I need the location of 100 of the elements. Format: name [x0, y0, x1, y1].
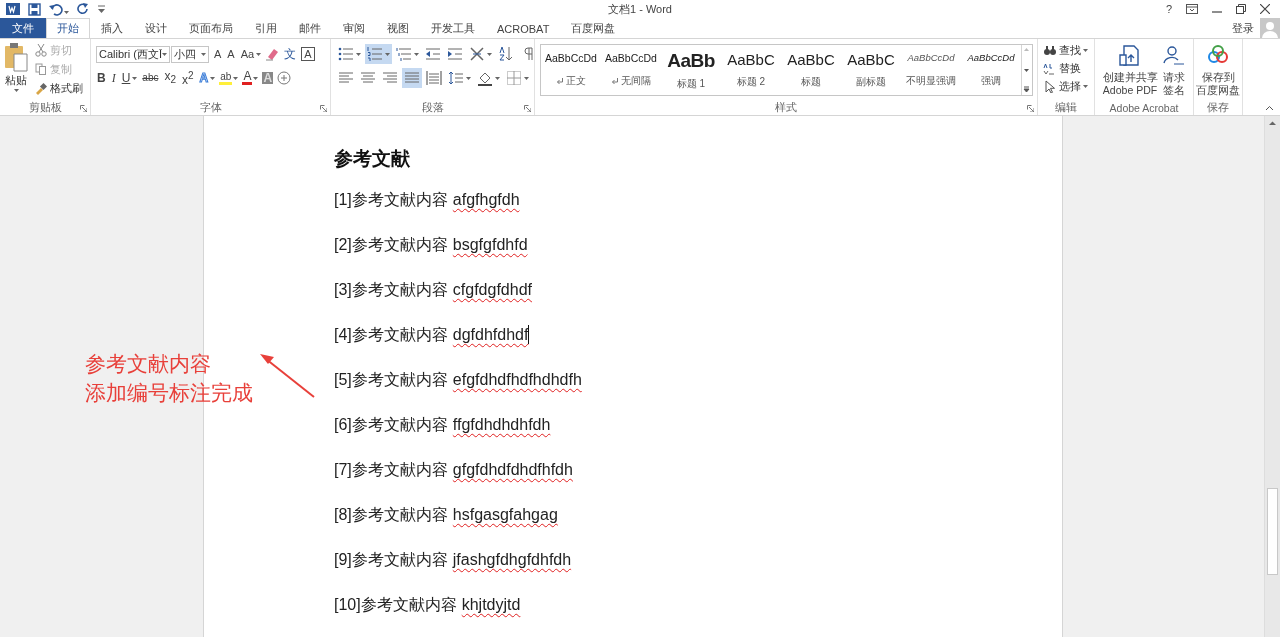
style-option[interactable]: AaBbC 标题	[781, 45, 841, 95]
ribbon-tab[interactable]: 开发工具	[420, 18, 486, 38]
ribbon-tab[interactable]: ACROBAT	[486, 18, 561, 38]
superscript-button[interactable]: x$^{2}$	[181, 69, 195, 87]
italic-button[interactable]: I	[110, 71, 117, 85]
close-icon[interactable]	[1260, 4, 1270, 14]
enclose-character-icon[interactable]	[277, 71, 292, 85]
misspelled-word: hsfgasgfahgag	[452, 505, 558, 525]
ribbon-tab[interactable]: 百度网盘	[560, 18, 627, 38]
annotation-text: 参考文献内容	[85, 351, 212, 377]
caret-icon	[385, 52, 390, 56]
caret-icon	[201, 52, 206, 56]
reference-number: [4]	[334, 325, 352, 345]
help-button[interactable]: ?	[1165, 3, 1172, 15]
dialog-launcher-icon[interactable]	[1027, 105, 1034, 112]
ribbon-tab[interactable]: 开始	[46, 18, 90, 38]
reference-number: [6]	[334, 415, 352, 435]
misspelled-word: ffgfdhdhdhfdh	[452, 415, 551, 435]
character-border-button[interactable]: A	[301, 47, 315, 61]
caret-icon[interactable]	[233, 76, 239, 80]
reference-text: 参考文献内容	[351, 235, 448, 255]
sign-in-link[interactable]: 登录	[1232, 18, 1254, 38]
clipboard-painter-button[interactable]: 格式刷	[35, 80, 83, 97]
replace-icon	[1043, 61, 1057, 75]
caret-icon	[162, 52, 167, 56]
reference-number: [9]	[334, 550, 352, 570]
app-icon[interactable]	[6, 2, 20, 16]
scroll-thumb[interactable]	[1267, 488, 1278, 575]
shrink-font-button[interactable]: A	[226, 47, 236, 61]
caret-icon	[1083, 48, 1088, 52]
caret-icon	[495, 76, 500, 80]
style-option[interactable]: AaBb 标题 1	[661, 45, 721, 95]
font-color-button[interactable]: A	[242, 71, 253, 85]
scroll-up-arrow[interactable]	[1268, 120, 1277, 126]
caret-icon	[524, 76, 529, 80]
underline-button[interactable]: U	[120, 71, 132, 85]
align-center-icon	[360, 70, 376, 86]
misspelled-word: efgfdhdfhdfhdhdfh	[452, 370, 582, 390]
save-icon[interactable]	[28, 2, 41, 16]
caret-icon[interactable]	[210, 76, 216, 80]
copy-icon	[35, 63, 47, 76]
caret-icon	[414, 52, 419, 56]
strikethrough-button[interactable]: abc	[141, 71, 160, 85]
customize-icon[interactable]	[98, 5, 105, 13]
caret-icon[interactable]	[256, 52, 262, 56]
font-size-field[interactable]: 小四	[171, 45, 209, 63]
style-option[interactable]: AaBbCcDd 无间隔	[601, 45, 661, 95]
caret-icon[interactable]	[132, 76, 138, 80]
ribbon-tab[interactable]: 插入	[90, 18, 134, 38]
align-left-icon	[338, 70, 354, 86]
restore-icon[interactable]	[1236, 4, 1246, 14]
annotation-text: 添加编号标注完成	[85, 380, 253, 406]
redo-icon[interactable]	[77, 2, 90, 16]
more-styles-button[interactable]	[1022, 85, 1031, 95]
reference-number: [7]	[334, 460, 352, 480]
style-option[interactable]: AaBbC 副标题	[841, 45, 901, 95]
find-button[interactable]: 查找	[1043, 42, 1088, 58]
subscript-button[interactable]: x$_{2}$	[163, 68, 178, 88]
style-option[interactable]: AaBbCcDd 不明显强调	[901, 45, 961, 95]
ribbon-tab[interactable]: 引用	[244, 18, 288, 38]
style-option[interactable]: AaBbCcDd 正文	[541, 45, 601, 95]
person-sign-icon	[1161, 45, 1186, 67]
highlight-button[interactable]: ab	[219, 71, 233, 85]
ribbon-tab[interactable]: 审阅	[332, 18, 376, 38]
style-option[interactable]: AaBbCcDd 强调	[961, 45, 1021, 95]
caret-icon[interactable]	[253, 76, 259, 80]
ribbon-tab[interactable]: 邮件	[288, 18, 332, 38]
paste-button[interactable]: 粘贴	[3, 42, 29, 101]
document-upload-icon	[1118, 45, 1142, 67]
scissors-icon	[35, 44, 47, 57]
misspelled-word: bsgfgfdhfd	[452, 235, 528, 255]
dialog-launcher-icon[interactable]	[320, 105, 327, 112]
dialog-launcher-icon[interactable]	[524, 105, 531, 112]
bold-button[interactable]: B	[96, 71, 107, 85]
save-to-cloud-button[interactable]: 保存到 百度网盘	[1196, 42, 1240, 101]
reference-number: [1]	[334, 190, 352, 210]
group-label: 编辑	[1055, 101, 1077, 115]
style-option[interactable]: AaBbC 标题 2	[721, 45, 781, 95]
phonetic-guide-button[interactable]: 文	[283, 47, 298, 61]
font-name-field[interactable]: Calibri (西文Ī	[96, 45, 170, 63]
ribbon-tab[interactable]: 视图	[376, 18, 420, 38]
replace-button[interactable]: 替换	[1043, 60, 1088, 76]
align-right-icon	[382, 70, 398, 86]
distributed-button[interactable]	[424, 68, 444, 88]
select-button[interactable]: 选择	[1043, 78, 1088, 94]
ribbon-tab[interactable]: 页面布局	[178, 18, 244, 38]
reference-text: 参考文献内容	[351, 460, 448, 480]
change-case-button[interactable]: Aa	[239, 47, 256, 61]
ribbon-tab[interactable]: 设计	[134, 18, 178, 38]
file-tab[interactable]: 文件	[0, 18, 46, 38]
undo-icon[interactable]	[49, 2, 69, 16]
create-pdf-button[interactable]: 创建并共享 Adobe PDF	[1102, 42, 1158, 101]
dialog-launcher-icon[interactable]	[80, 105, 87, 112]
clear-format-icon[interactable]	[265, 47, 280, 61]
collapse-ribbon-icon[interactable]	[1265, 105, 1274, 111]
reference-number: [5]	[334, 370, 352, 390]
ribbon-display-icon[interactable]	[1186, 4, 1198, 14]
request-signature-button[interactable]: 请求 签名	[1161, 42, 1186, 101]
grow-font-button[interactable]: A	[213, 47, 223, 61]
caret-icon	[1083, 84, 1088, 88]
